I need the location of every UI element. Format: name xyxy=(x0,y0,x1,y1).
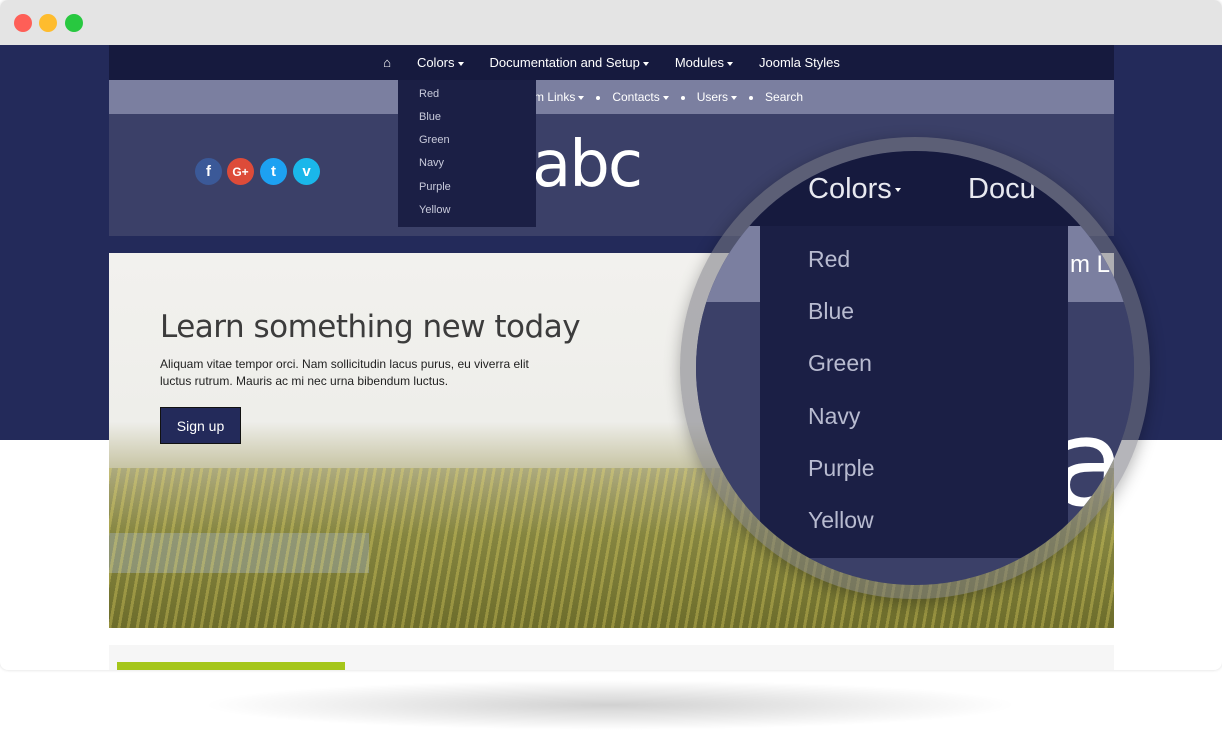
magnified-item: Yellow xyxy=(808,507,874,533)
magnified-item: Green xyxy=(808,350,872,376)
browser-window: ⌂ Colors Documentation and Setup Modules… xyxy=(0,0,1222,670)
magnified-item: Navy xyxy=(808,403,861,429)
subnav-links[interactable]: m Links xyxy=(534,90,584,104)
title-bar xyxy=(0,0,1222,45)
nav-documentation[interactable]: Documentation and Setup xyxy=(477,55,662,70)
hero-title: Learn something new today xyxy=(160,309,581,345)
dropdown-item-navy[interactable]: Navy xyxy=(419,157,444,169)
accent-bar xyxy=(117,662,345,670)
minimize-button[interactable] xyxy=(39,14,57,32)
content-strip xyxy=(109,645,1114,670)
magnifier: a Colors Docu m L Red Blue Green Navy Pu… xyxy=(680,137,1150,599)
twitter-icon[interactable]: t xyxy=(260,158,287,185)
colors-dropdown: Red Blue Green Navy Purple Yellow xyxy=(398,80,536,227)
magnified-item: Red xyxy=(808,246,851,272)
home-icon[interactable]: ⌂ xyxy=(370,55,404,70)
subnav-search[interactable]: Search xyxy=(765,90,803,104)
hero-text: Aliquam vitae tempor orci. Nam sollicitu… xyxy=(160,357,529,388)
vimeo-icon[interactable]: v xyxy=(293,158,320,185)
magnified-docu: Docu xyxy=(968,173,1036,205)
magnifier-lens: a Colors Docu m L Red Blue Green Navy Pu… xyxy=(696,151,1134,585)
nav-modules[interactable]: Modules xyxy=(662,55,746,70)
dropdown-item-green[interactable]: Green xyxy=(419,134,450,146)
window-shadow xyxy=(200,680,1020,730)
magnified-item: Blue xyxy=(808,298,855,324)
subnav-contacts[interactable]: Contacts xyxy=(612,90,668,104)
site-logo[interactable]: abc xyxy=(532,128,643,202)
dropdown-item-yellow[interactable]: Yellow xyxy=(419,204,450,216)
google-plus-icon[interactable]: G+ xyxy=(227,158,254,185)
nav-joomla-styles[interactable]: Joomla Styles xyxy=(746,55,853,70)
maximize-button[interactable] xyxy=(65,14,83,32)
signup-button[interactable]: Sign up xyxy=(160,407,241,444)
dropdown-item-purple[interactable]: Purple xyxy=(419,181,451,193)
subnav-users[interactable]: Users xyxy=(697,90,737,104)
main-nav: ⌂ Colors Documentation and Setup Modules… xyxy=(109,45,1114,80)
magnified-dropdown: Red Blue Green Navy Purple Yellow xyxy=(760,226,1068,558)
dropdown-item-blue[interactable]: Blue xyxy=(419,111,441,123)
magnified-sub: m L xyxy=(1070,251,1111,278)
close-button[interactable] xyxy=(14,14,32,32)
nav-colors[interactable]: Colors xyxy=(404,55,477,70)
facebook-icon[interactable]: f xyxy=(195,158,222,185)
magnified-colors: Colors xyxy=(808,173,901,206)
sub-nav: m Links Contacts Users Search xyxy=(109,80,1114,114)
magnified-item: Purple xyxy=(808,455,875,481)
dropdown-item-red[interactable]: Red xyxy=(419,88,439,100)
